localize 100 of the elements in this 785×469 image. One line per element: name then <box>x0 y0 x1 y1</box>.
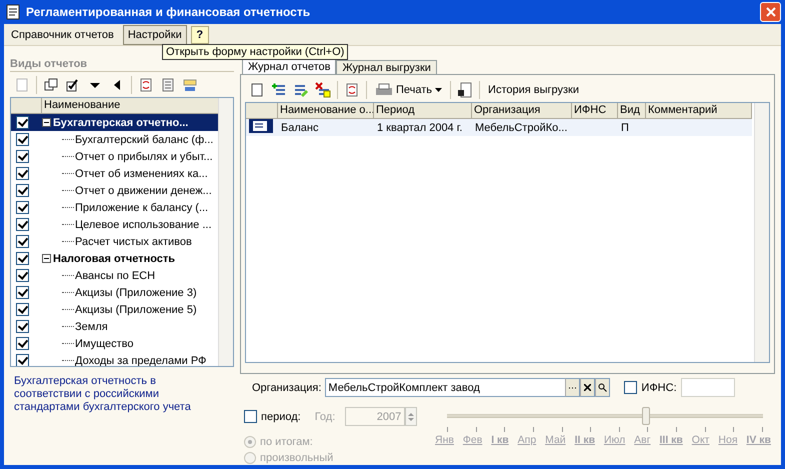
scrollbar[interactable] <box>754 103 769 362</box>
copy-icon[interactable] <box>43 76 59 92</box>
organization-field[interactable]: МебельСтройКомплект завод <box>325 378 566 397</box>
checkbox[interactable] <box>16 116 29 129</box>
checkbox-label: ИФНС: <box>641 382 677 394</box>
checkbox[interactable] <box>244 410 257 423</box>
new-document-icon[interactable] <box>249 82 265 98</box>
print-button[interactable]: Печать <box>373 82 444 96</box>
tree-row[interactable]: Отчет о движении денеж... <box>11 182 218 199</box>
table-cell-text: 1 квартал 2004 г. <box>376 122 464 134</box>
close-button[interactable] <box>760 2 781 22</box>
ifns-field[interactable] <box>680 378 735 397</box>
table-cell-text: МебельСтройКо... <box>474 122 568 134</box>
document-list-icon[interactable] <box>160 76 176 92</box>
tree-item-label: Имущество <box>75 338 134 350</box>
scrollbar[interactable] <box>218 98 233 366</box>
radio-label: произвольный <box>260 452 334 464</box>
tree-item-label: Авансы по ЕСН <box>75 270 156 282</box>
document-icon <box>6 4 20 20</box>
tree-row[interactable]: Земля <box>11 318 218 335</box>
close-icon <box>584 384 592 391</box>
tooltip: Открыть форму настройки (Ctrl+O) <box>162 44 348 60</box>
tree-item-label: Отчет об изменениях ка... <box>75 168 208 180</box>
tree-item-label: Целевое использование ... <box>75 218 212 230</box>
tree-row[interactable]: Отчет об изменениях ка... <box>11 165 218 182</box>
checkbox[interactable] <box>16 235 29 248</box>
tree-item-label: Налоговая отчетность <box>53 252 176 264</box>
checkbox[interactable] <box>16 218 29 231</box>
radio-label: по итогам: <box>260 436 313 448</box>
save-document-icon[interactable] <box>457 82 474 98</box>
collapse-icon[interactable] <box>42 118 51 127</box>
tree-row[interactable]: Налоговая отчетность <box>11 250 218 267</box>
history-button[interactable]: История выгрузки <box>486 84 582 96</box>
search-button[interactable] <box>595 378 610 397</box>
checkbox-label: период: <box>261 410 301 422</box>
tree-item-label: Приложение к балансу (... <box>75 202 208 214</box>
refresh-icon[interactable] <box>138 76 154 92</box>
checkbox[interactable] <box>16 167 29 180</box>
table-cell-text: Баланс <box>280 122 320 134</box>
add-row-icon[interactable] <box>271 82 287 98</box>
column-header: Период <box>374 103 472 118</box>
column-header: Комментарий <box>646 103 752 118</box>
tree-row[interactable]: Целевое использование ... <box>11 216 218 233</box>
checkbox[interactable] <box>624 381 638 394</box>
tree-item-label: Акцизы (Приложение 5) <box>75 304 197 316</box>
tree-row[interactable]: Доходы за пределами РФ <box>11 352 218 366</box>
radio-button[interactable] <box>244 452 256 464</box>
document-icon <box>249 119 273 133</box>
tree-item-label: Земля <box>75 320 108 332</box>
checkbox[interactable] <box>16 320 29 333</box>
tree-row[interactable]: Бухгалтерский баланс (ф... <box>11 131 218 148</box>
description-text: Бухгалтерская отчетность в соответствии с российскими стандартами бухгалтерского учета <box>13 374 192 415</box>
table-cell-text: П <box>620 122 630 134</box>
refresh-icon[interactable] <box>344 82 360 98</box>
tree-row[interactable]: Расчет чистых активов <box>11 233 218 250</box>
tree-row[interactable]: Акцизы (Приложение 3) <box>11 284 218 301</box>
field-label: Год: <box>314 410 336 422</box>
clear-button[interactable] <box>580 378 596 397</box>
collapse-icon[interactable] <box>42 254 51 263</box>
tab[interactable]: Журнал выгрузки <box>336 60 437 74</box>
column-header: Организация <box>472 103 572 118</box>
slider-thumb[interactable] <box>642 407 650 425</box>
tree-row[interactable]: Имущество <box>11 335 218 352</box>
spin-button[interactable] <box>405 407 418 426</box>
tree-item-label: Отчет о прибылях и убыт... <box>75 150 213 162</box>
table-row[interactable]: Баланс 1 квартал 2004 г. МебельСтройКо... П <box>246 119 752 136</box>
checkbox[interactable] <box>16 184 29 197</box>
checkbox[interactable] <box>16 337 29 350</box>
radio-button[interactable] <box>244 436 256 448</box>
tree-row[interactable]: Приложение к балансу (... <box>11 199 218 216</box>
tree-row[interactable]: Акцизы (Приложение 5) <box>11 301 218 318</box>
checkbox[interactable] <box>16 150 29 163</box>
checkbox[interactable] <box>16 286 29 299</box>
section-title: Виды отчетов <box>10 58 234 72</box>
caret-icon <box>435 88 442 92</box>
checkbox[interactable] <box>16 201 29 214</box>
tree-item-label: Бухгалтерский баланс (ф... <box>75 134 214 146</box>
column-header: ИФНС <box>572 103 618 118</box>
checkbox[interactable] <box>16 269 29 282</box>
close-icon <box>766 7 776 17</box>
checkbox[interactable] <box>16 133 29 146</box>
tree-item-label: Расчет чистых активов <box>75 236 192 248</box>
menu-item[interactable]: Справочник отчетов <box>6 24 119 44</box>
help-button[interactable]: ? <box>190 26 209 44</box>
search-icon <box>598 383 608 392</box>
checkbox[interactable] <box>16 303 29 316</box>
tree-item-label: Доходы за пределами РФ <box>75 354 206 366</box>
tree-row[interactable]: Авансы по ЕСН <box>11 267 218 284</box>
delete-icon[interactable] <box>315 82 331 98</box>
menu-item[interactable]: Настройки <box>122 24 187 44</box>
tree-item-label: Акцизы (Приложение 3) <box>75 286 197 298</box>
tree-item-label: Бухгалтерская отчетно... <box>53 116 188 128</box>
up-down-arrows-icon <box>408 410 414 422</box>
column-header: Вид <box>618 103 646 118</box>
checkbox[interactable] <box>16 252 29 265</box>
checkbox[interactable] <box>16 354 29 366</box>
tree-row[interactable]: Бухгалтерская отчетно... <box>11 114 218 131</box>
tree-row[interactable]: Отчет о прибылях и убыт... <box>11 148 218 165</box>
printer-icon <box>375 82 393 96</box>
tree-item-label: Отчет о движении денеж... <box>75 184 212 196</box>
